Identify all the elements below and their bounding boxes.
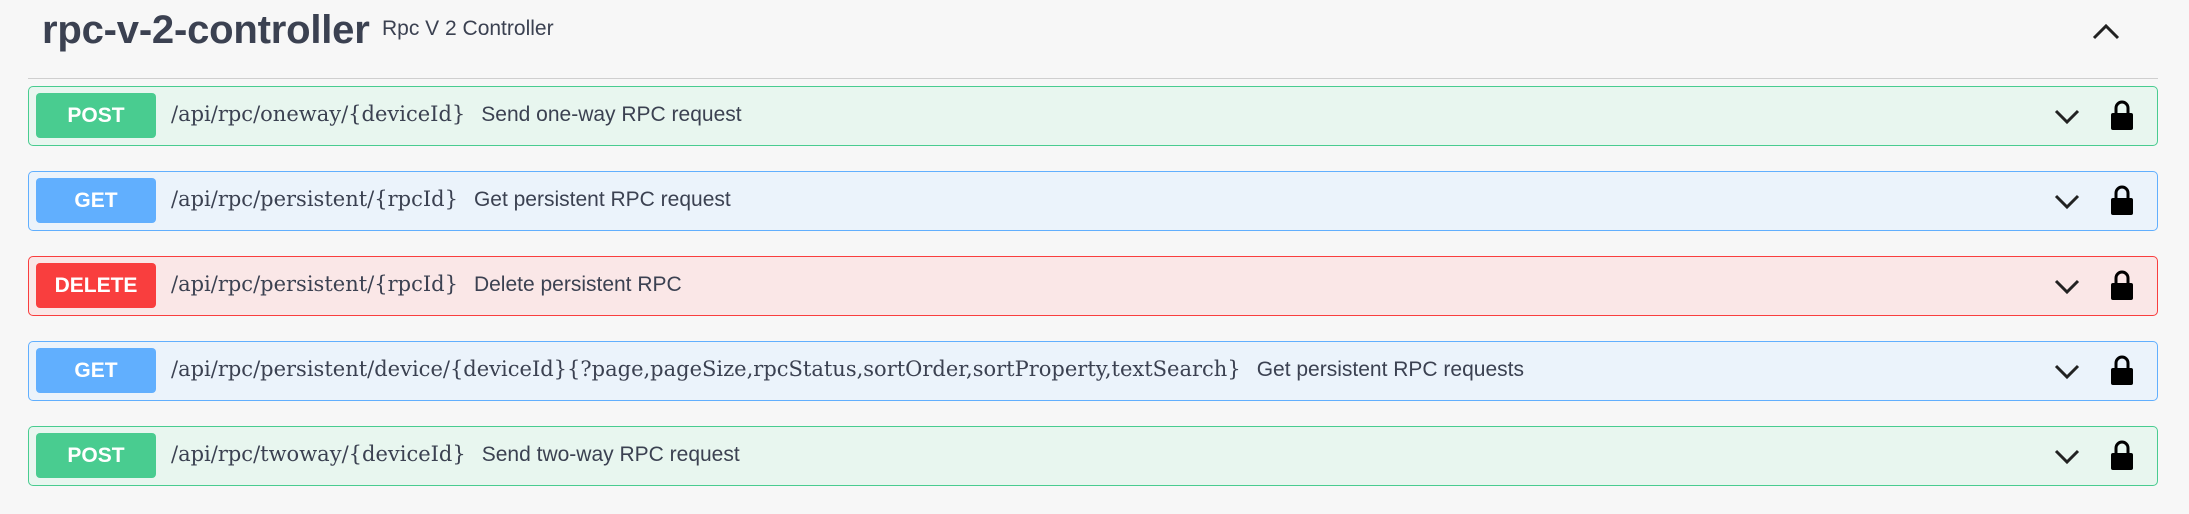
expand-button[interactable] (2051, 441, 2083, 471)
chevron-down-icon (2054, 449, 2080, 465)
path-text: /api/rpc/persistent/{rpcId} (171, 187, 458, 211)
method-badge: GET (36, 348, 156, 393)
authorize-button[interactable] (2109, 184, 2135, 216)
section-description: Rpc V 2 Controller (382, 17, 554, 40)
operation-get-persistent[interactable]: GET /api/rpc/persistent/{rpcId} Get persi… (28, 171, 2158, 231)
chevron-down-icon (2054, 279, 2080, 295)
lock-icon (2111, 185, 2133, 215)
section-title: rpc-v-2-controller (42, 8, 370, 52)
lock-icon (2111, 100, 2133, 130)
authorize-button[interactable] (2109, 99, 2135, 131)
chevron-up-icon (2092, 23, 2120, 40)
collapse-button[interactable] (2084, 14, 2128, 48)
operation-summary: Delete persistent RPC (473, 273, 682, 296)
expand-button[interactable] (2051, 356, 2083, 386)
operation-path: /api/rpc/persistent/{rpcId} Get persisten… (171, 187, 731, 212)
path-text: /api/rpc/persistent/{rpcId} (171, 272, 458, 296)
chevron-down-icon (2054, 109, 2080, 125)
operation-path: /api/rpc/persistent/device/{deviceId}{?p… (171, 357, 1524, 382)
operation-summary: Get persistent RPC request (473, 188, 731, 211)
section-header[interactable]: rpc-v-2-controller Rpc V 2 Controller (28, 0, 2158, 79)
authorize-button[interactable] (2109, 354, 2135, 386)
operation-path: /api/rpc/persistent/{rpcId} Delete persis… (171, 272, 682, 297)
method-badge: DELETE (36, 263, 156, 308)
operation-delete-persistent[interactable]: DELETE /api/rpc/persistent/{rpcId} Delete… (28, 256, 2158, 316)
path-text: /api/rpc/twoway/{deviceId} (171, 442, 466, 466)
expand-button[interactable] (2051, 186, 2083, 216)
operation-get-persistent-device[interactable]: GET /api/rpc/persistent/device/{deviceId… (28, 341, 2158, 401)
operation-summary: Send two-way RPC request (481, 443, 740, 466)
lock-icon (2111, 355, 2133, 385)
operation-path: /api/rpc/oneway/{deviceId} Send one-way R… (171, 102, 742, 127)
tag-section: rpc-v-2-controller Rpc V 2 Controller PO… (28, 0, 2158, 486)
path-text: /api/rpc/oneway/{deviceId} (171, 102, 466, 126)
path-text: /api/rpc/persistent/device/{deviceId}{?p… (171, 357, 1241, 381)
lock-icon (2111, 270, 2133, 300)
authorize-button[interactable] (2109, 269, 2135, 301)
operation-post-twoway[interactable]: POST /api/rpc/twoway/{deviceId} Send two-… (28, 426, 2158, 486)
method-badge: POST (36, 93, 156, 138)
operation-summary: Get persistent RPC requests (1256, 358, 1524, 381)
operation-post-oneway[interactable]: POST /api/rpc/oneway/{deviceId} Send one-… (28, 86, 2158, 146)
method-badge: POST (36, 433, 156, 478)
expand-button[interactable] (2051, 101, 2083, 131)
method-badge: GET (36, 178, 156, 223)
expand-button[interactable] (2051, 271, 2083, 301)
authorize-button[interactable] (2109, 439, 2135, 471)
operation-path: /api/rpc/twoway/{deviceId} Send two-way R… (171, 442, 740, 467)
operation-summary: Send one-way RPC request (481, 103, 742, 126)
chevron-down-icon (2054, 364, 2080, 380)
lock-icon (2111, 440, 2133, 470)
chevron-down-icon (2054, 194, 2080, 210)
